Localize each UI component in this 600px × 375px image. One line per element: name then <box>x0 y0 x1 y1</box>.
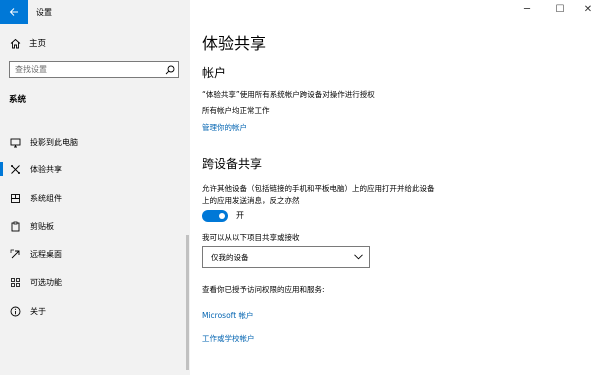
accounts-description: “体验共享”使用所有系统帐户跨设备对操作进行授权 <box>202 90 375 99</box>
title-bar: 设置 <box>0 0 190 24</box>
cross-device-toggle[interactable] <box>202 210 228 222</box>
sidebar-item-system-components[interactable]: 系统组件 <box>0 187 186 209</box>
system-components-icon <box>9 192 21 204</box>
sidebar-item-remote-desktop[interactable]: 远程桌面 <box>0 243 186 265</box>
toggle-knob <box>219 213 225 219</box>
search-input[interactable]: 查找设置 <box>9 61 179 78</box>
sidebar-item-label: 可选功能 <box>30 277 62 287</box>
sidebar-item-label: 关于 <box>30 306 46 316</box>
back-arrow-icon <box>9 8 18 16</box>
toggle-state-label: 开 <box>236 211 244 220</box>
back-button[interactable] <box>0 0 28 24</box>
sidebar: 设置 主页 查找设置 系统 投影到此电脑 体验共享 系统组件 剪贴板 远程桌面 … <box>0 0 190 375</box>
sidebar-item-label: 体验共享 <box>30 164 62 174</box>
optional-features-icon <box>9 276 21 288</box>
sidebar-scrollbar[interactable] <box>186 235 189 370</box>
shared-experiences-icon <box>9 163 21 175</box>
dropdown-value: 仅我的设备 <box>211 252 249 262</box>
sidebar-item-about[interactable]: 关于 <box>0 300 186 322</box>
clipboard-icon <box>9 220 21 232</box>
cross-device-description-line1: 允许其他设备（包括链接的手机和平板电脑）上的应用打开并给此设备 <box>202 184 435 193</box>
info-icon <box>9 305 21 317</box>
authorized-apps-label: 查看你已授予访问权限的应用和服务: <box>202 285 325 294</box>
chevron-down-icon <box>347 254 369 260</box>
work-school-account-link[interactable]: 工作或学校帐户 <box>202 333 255 344</box>
search-placeholder: 查找设置 <box>15 65 47 74</box>
projector-icon <box>9 136 21 148</box>
sidebar-item-label: 剪贴板 <box>30 221 54 231</box>
sidebar-item-label: 投影到此电脑 <box>30 137 78 147</box>
sidebar-section-title: 系统 <box>9 95 27 105</box>
share-from-label: 我可以从以下项目共享或接收 <box>202 233 300 242</box>
sidebar-item-clipboard[interactable]: 剪贴板 <box>0 215 186 237</box>
microsoft-account-link[interactable]: Microsoft 帐户 <box>202 310 254 321</box>
accounts-status: 所有帐户均正常工作 <box>202 106 270 115</box>
manage-accounts-link[interactable]: 管理你的帐户 <box>202 122 247 133</box>
sidebar-item-home[interactable]: 主页 <box>0 34 190 52</box>
cross-device-description-line2: 上的应用发送消息，反之亦然 <box>202 196 300 205</box>
home-icon <box>9 37 21 49</box>
sidebar-item-label: 系统组件 <box>30 193 62 203</box>
sidebar-item-project-to-pc[interactable]: 投影到此电脑 <box>0 131 186 153</box>
window-title: 设置 <box>36 7 52 17</box>
accounts-heading: 帐户 <box>202 66 227 80</box>
sidebar-item-label: 主页 <box>29 39 47 49</box>
sidebar-item-optional-features[interactable]: 可选功能 <box>0 271 186 293</box>
sidebar-item-shared-experiences[interactable]: 体验共享 <box>0 158 186 180</box>
remote-desktop-icon <box>9 248 21 260</box>
page-title: 体验共享 <box>202 34 267 53</box>
share-scope-dropdown[interactable]: 仅我的设备 <box>202 246 370 268</box>
search-icon[interactable] <box>162 65 178 75</box>
sidebar-item-label: 远程桌面 <box>30 249 62 259</box>
cross-device-heading: 跨设备共享 <box>202 157 263 171</box>
main-content: 体验共享 帐户 “体验共享”使用所有系统帐户跨设备对操作进行授权 所有帐户均正常… <box>202 0 592 375</box>
